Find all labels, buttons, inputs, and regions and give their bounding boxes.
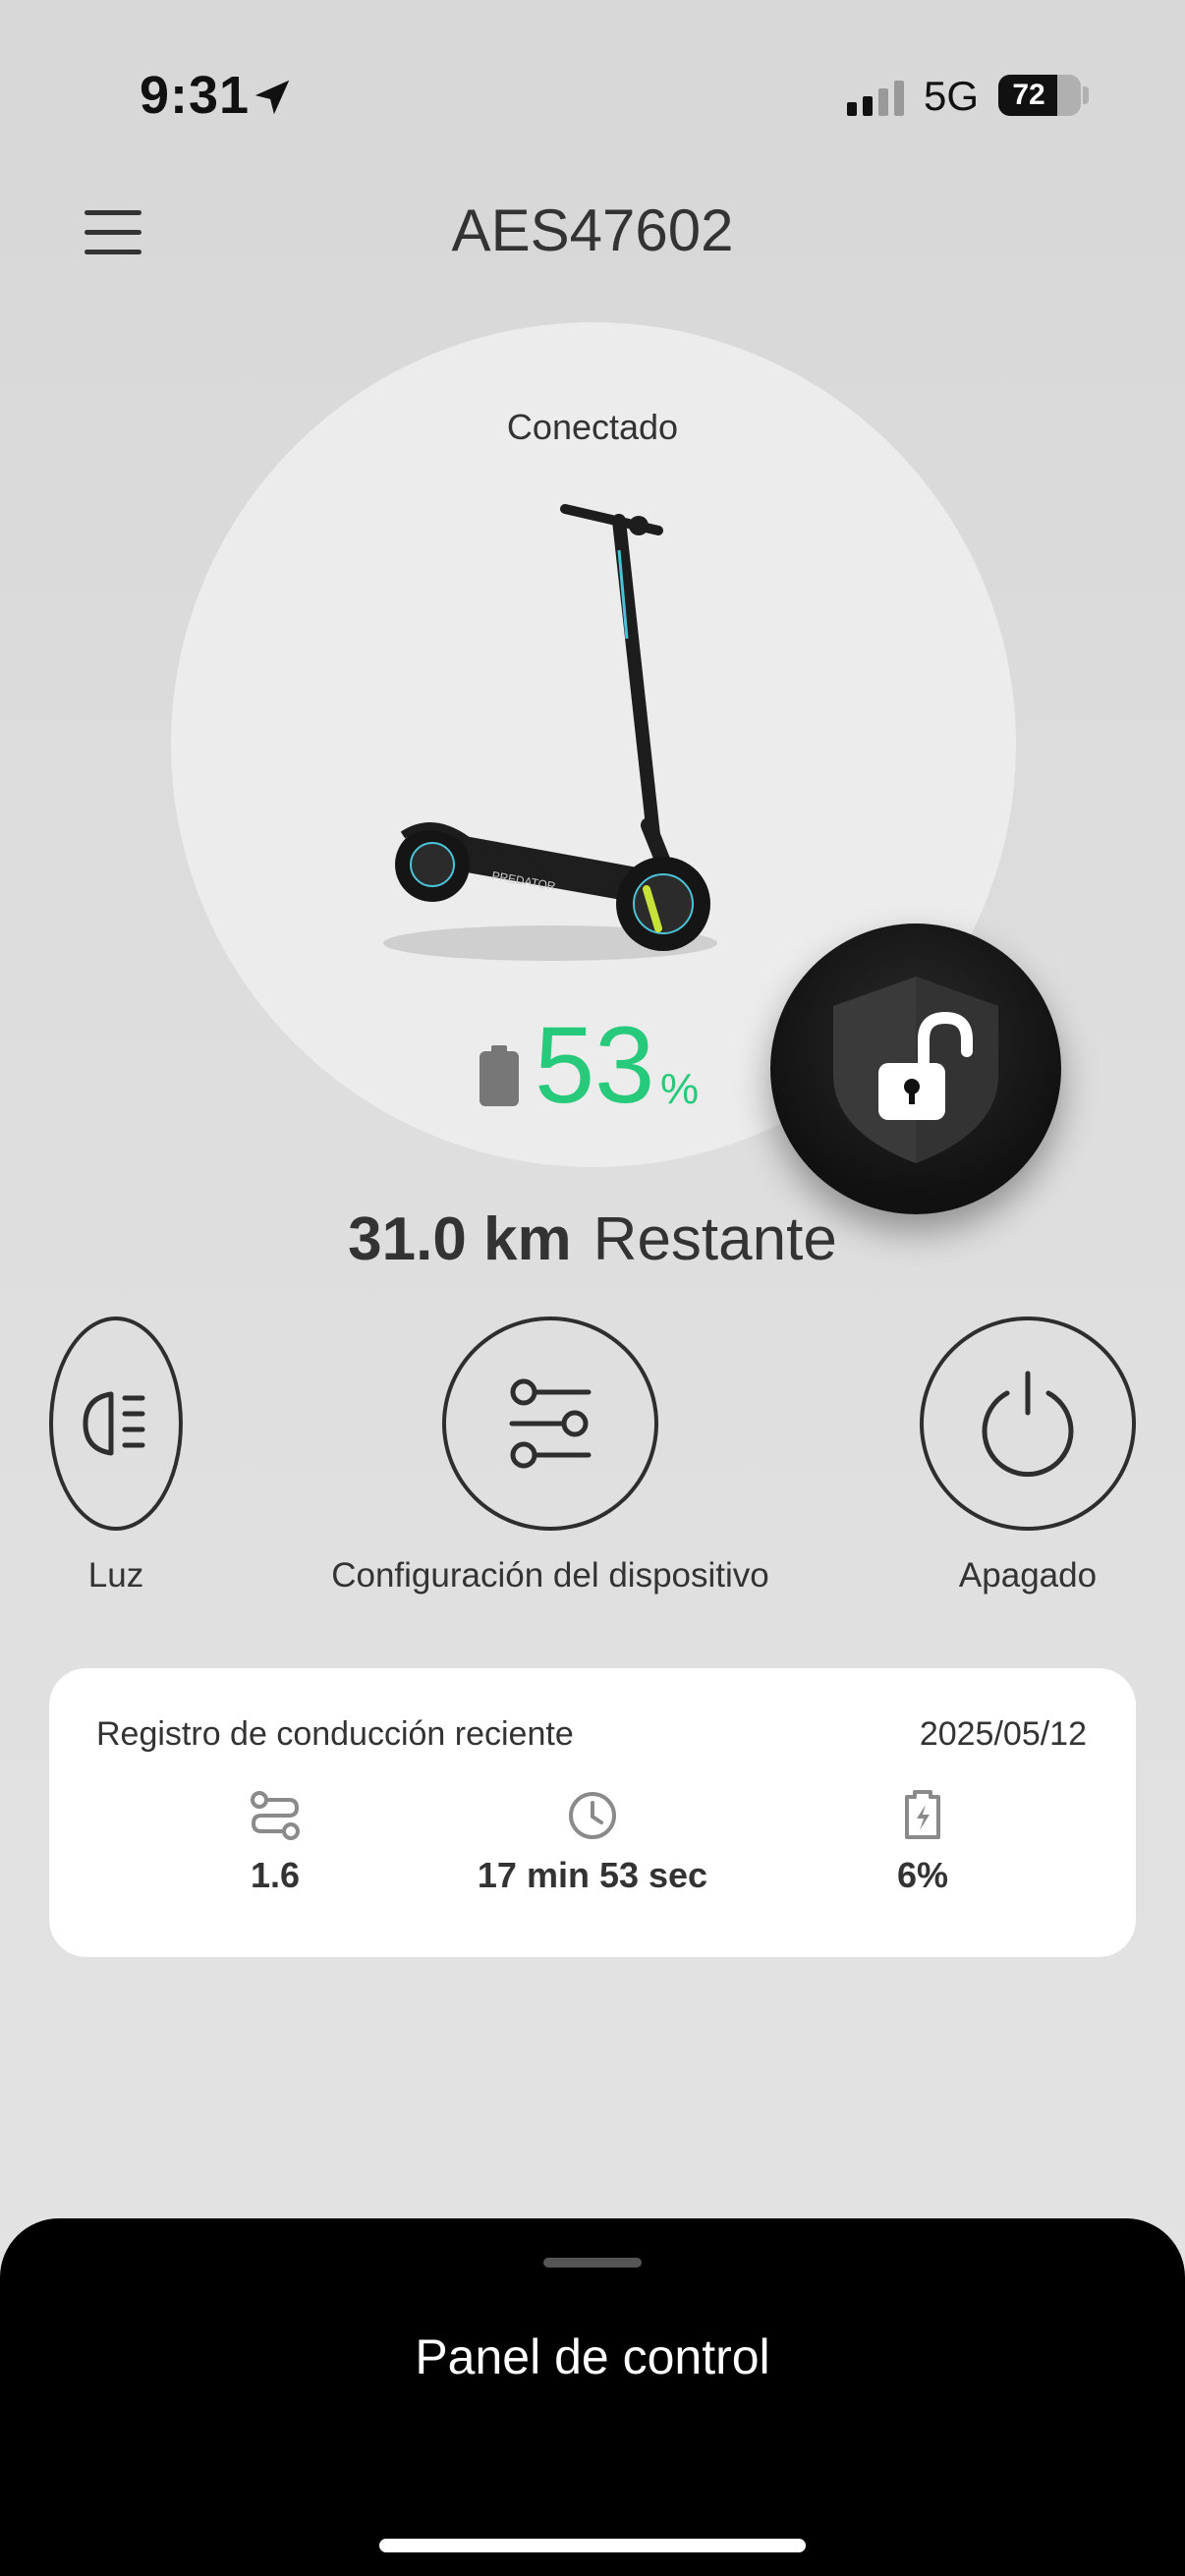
recent-ride-date: 2025/05/12 <box>919 1715 1087 1753</box>
headlight-icon <box>83 1391 145 1456</box>
control-panel-sheet[interactable]: Panel de control <box>0 2218 1185 2576</box>
light-label: Luz <box>87 1556 144 1595</box>
battery-value: 53 <box>535 1005 655 1126</box>
duration-stat: 17 min 53 sec <box>445 1790 740 1896</box>
battery-used-stat: 6% <box>844 1790 1001 1896</box>
duration-value: 17 min 53 sec <box>477 1855 708 1895</box>
power-label: Apagado <box>958 1556 1098 1595</box>
battery-level-icon <box>480 1045 519 1106</box>
route-icon <box>251 1791 300 1840</box>
sheet-grabber[interactable] <box>543 2258 642 2268</box>
power-button[interactable] <box>920 1316 1136 1531</box>
battery-charge-icon <box>905 1790 940 1839</box>
battery-nub <box>1083 86 1089 104</box>
light-button[interactable] <box>49 1316 183 1531</box>
home-indicator[interactable] <box>379 2539 806 2552</box>
range-value: 31.0 km <box>348 1205 572 1273</box>
status-bar: 9:31 5G 72 <box>0 0 1185 187</box>
range-remaining: 31.0 km Restante <box>0 1204 1185 1274</box>
battery-used-value: 6% <box>896 1855 949 1895</box>
connection-status: Conectado <box>506 407 679 447</box>
network-type: 5G <box>924 73 980 119</box>
cellular-signal-icon <box>847 81 904 116</box>
recent-ride-card[interactable]: Registro de conducción reciente 2025/05/… <box>49 1668 1136 1957</box>
distance-value: 1.6 <box>250 1855 301 1895</box>
lock-button[interactable] <box>770 924 1061 1214</box>
battery-percent: 72 <box>1012 79 1045 111</box>
unlocked-shield-icon <box>833 977 998 1163</box>
location-arrow-icon <box>254 80 290 115</box>
status-time: 9:31 <box>140 66 251 125</box>
control-panel-title: Panel de control <box>415 2329 770 2384</box>
clock-icon <box>569 1792 616 1839</box>
power-icon <box>982 1371 1074 1478</box>
device-title: AES47602 <box>451 197 734 263</box>
recent-ride-title: Registro de conducción reciente <box>96 1715 574 1753</box>
battery-icon: 72 <box>998 75 1081 116</box>
sliders-icon <box>509 1378 592 1469</box>
device-settings-button[interactable] <box>442 1316 658 1531</box>
device-settings-label: Configuración del dispositivo <box>331 1556 769 1595</box>
distance-stat: 1.6 <box>197 1790 354 1896</box>
scooter-image: PREDATOR <box>383 504 717 961</box>
range-label: Restante <box>592 1205 837 1273</box>
battery-unit: % <box>660 1065 700 1113</box>
